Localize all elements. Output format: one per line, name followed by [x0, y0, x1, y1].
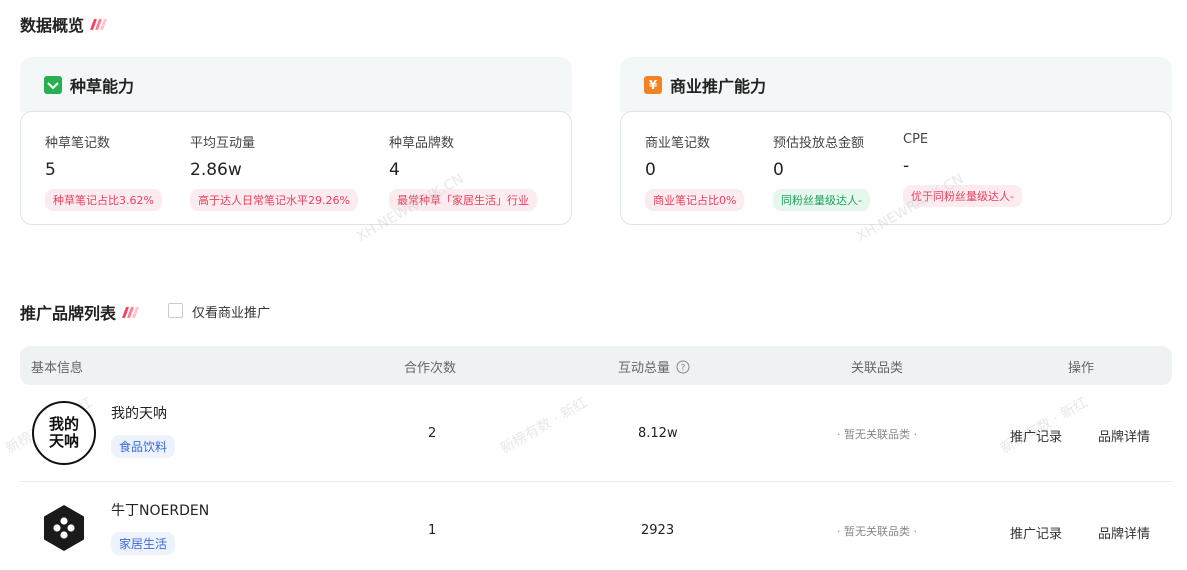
metric-label: 种草品牌数: [389, 136, 455, 151]
metric-tag: 商业笔记占比0%: [645, 189, 745, 211]
check-icon: [44, 75, 62, 94]
metric-label: 预估投放总金额: [773, 136, 865, 151]
col-actions: 操作: [1068, 361, 1095, 376]
table-row: 牛丁NOERDEN 家居生活 1 2923 · 暂无关联品类 · 推广记录 品牌…: [20, 482, 1172, 570]
col-total-interactions-label: 互动总量: [618, 361, 671, 376]
metric-value: 5: [45, 160, 56, 180]
brand-logo: [32, 496, 96, 560]
brand-detail-link[interactable]: 品牌详情: [1098, 523, 1150, 542]
brand-list-title: 推广品牌列表: [20, 300, 140, 324]
commerce-metrics: 商业笔记数 0 商业笔记占比0% 预估投放总金额 0 同粉丝量级达人- CPE …: [620, 111, 1172, 225]
help-icon[interactable]: ?: [676, 360, 690, 374]
metric-value: -: [903, 156, 910, 176]
metric-value: 4: [389, 160, 400, 180]
metric-seeding-notes: 种草笔记数 5 种草笔记占比3.62%: [45, 132, 162, 211]
seeding-metrics: 种草笔记数 5 种草笔记占比3.62% 平均互动量 2.86w 高于达人日常笔记…: [20, 111, 572, 225]
brand-name[interactable]: 我的天呐: [111, 403, 167, 423]
metric-tag: 种草笔记占比3.62%: [45, 189, 162, 211]
brand-logo-text: 我的天呐: [48, 415, 79, 450]
promotion-record-link[interactable]: 推广记录: [1010, 523, 1062, 542]
commerce-panel: ¥ 商业推广能力 商业笔记数 0 商业笔记占比0% 预估投放总金额 0 同粉丝量…: [620, 57, 1172, 225]
brand-list-title-text: 推广品牌列表: [20, 304, 117, 323]
noerden-logo-icon: [44, 505, 84, 551]
cooperation-count: 1: [428, 523, 437, 538]
seeding-panel: 种草能力 种草笔记数 5 种草笔记占比3.62% 平均互动量 2.86w 高于达…: [20, 57, 572, 225]
decor-slashes-icon: [122, 306, 140, 318]
seeding-panel-title: 种草能力: [70, 76, 135, 96]
overview-title-text: 数据概览: [20, 16, 85, 35]
brand-name[interactable]: 牛丁NOERDEN: [111, 500, 209, 520]
metric-label: 种草笔记数: [45, 136, 111, 151]
svg-text:?: ?: [681, 363, 686, 373]
brand-logo: 我的天呐: [32, 401, 96, 465]
metric-value: 0: [773, 160, 784, 180]
metric-label: CPE: [903, 132, 929, 147]
col-cooperation-count: 合作次数: [404, 361, 457, 376]
promotion-record-link[interactable]: 推广记录: [1010, 426, 1062, 445]
brand-table-header: 基本信息 合作次数 互动总量 ? 关联品类 操作: [20, 346, 1172, 385]
commerce-panel-title: 商业推广能力: [670, 76, 767, 96]
seeding-panel-header: 种草能力: [20, 57, 572, 112]
metric-value: 0: [645, 160, 656, 180]
col-total-interactions: 互动总量 ?: [618, 357, 690, 376]
cooperation-count: 2: [428, 426, 437, 441]
related-category: · 暂无关联品类 ·: [837, 428, 917, 441]
overview-title: 数据概览: [20, 12, 108, 36]
table-row: 我的天呐 我的天呐 食品饮料 2 8.12w · 暂无关联品类 · 推广记录 品…: [20, 385, 1172, 482]
metric-value: 2.86w: [190, 160, 242, 180]
total-interactions: 2923: [641, 523, 675, 538]
col-basic-info: 基本信息: [31, 361, 84, 376]
related-category: · 暂无关联品类 ·: [837, 525, 917, 538]
metric-cpe: CPE - 优于同粉丝量级达人-: [903, 132, 1022, 207]
commercial-only-checkbox[interactable]: [168, 303, 183, 318]
metric-tag: 最常种草「家居生活」行业: [389, 189, 537, 211]
metric-tag: 同粉丝量级达人-: [773, 189, 870, 211]
metric-tag: 高于达人日常笔记水平29.26%: [190, 189, 358, 211]
metric-estimated-spend: 预估投放总金额 0 同粉丝量级达人-: [773, 132, 870, 211]
commerce-panel-header: ¥ 商业推广能力: [620, 57, 1172, 112]
brand-detail-link[interactable]: 品牌详情: [1098, 426, 1150, 445]
metric-label: 平均互动量: [190, 136, 256, 151]
brand-category-tag: 食品饮料: [111, 435, 176, 458]
metric-seeding-brands: 种草品牌数 4 最常种草「家居生活」行业: [389, 132, 537, 211]
brand-category-tag: 家居生活: [111, 532, 176, 555]
col-related-category: 关联品类: [851, 361, 904, 376]
decor-slashes-icon: [90, 18, 108, 30]
metric-commercial-notes: 商业笔记数 0 商业笔记占比0%: [645, 132, 745, 211]
total-interactions: 8.12w: [638, 426, 678, 441]
metric-label: 商业笔记数: [645, 136, 711, 151]
yen-icon: ¥: [644, 75, 662, 94]
metric-tag: 优于同粉丝量级达人-: [903, 185, 1022, 207]
metric-avg-interaction: 平均互动量 2.86w 高于达人日常笔记水平29.26%: [190, 132, 358, 211]
commercial-only-label[interactable]: 仅看商业推广: [192, 302, 270, 321]
